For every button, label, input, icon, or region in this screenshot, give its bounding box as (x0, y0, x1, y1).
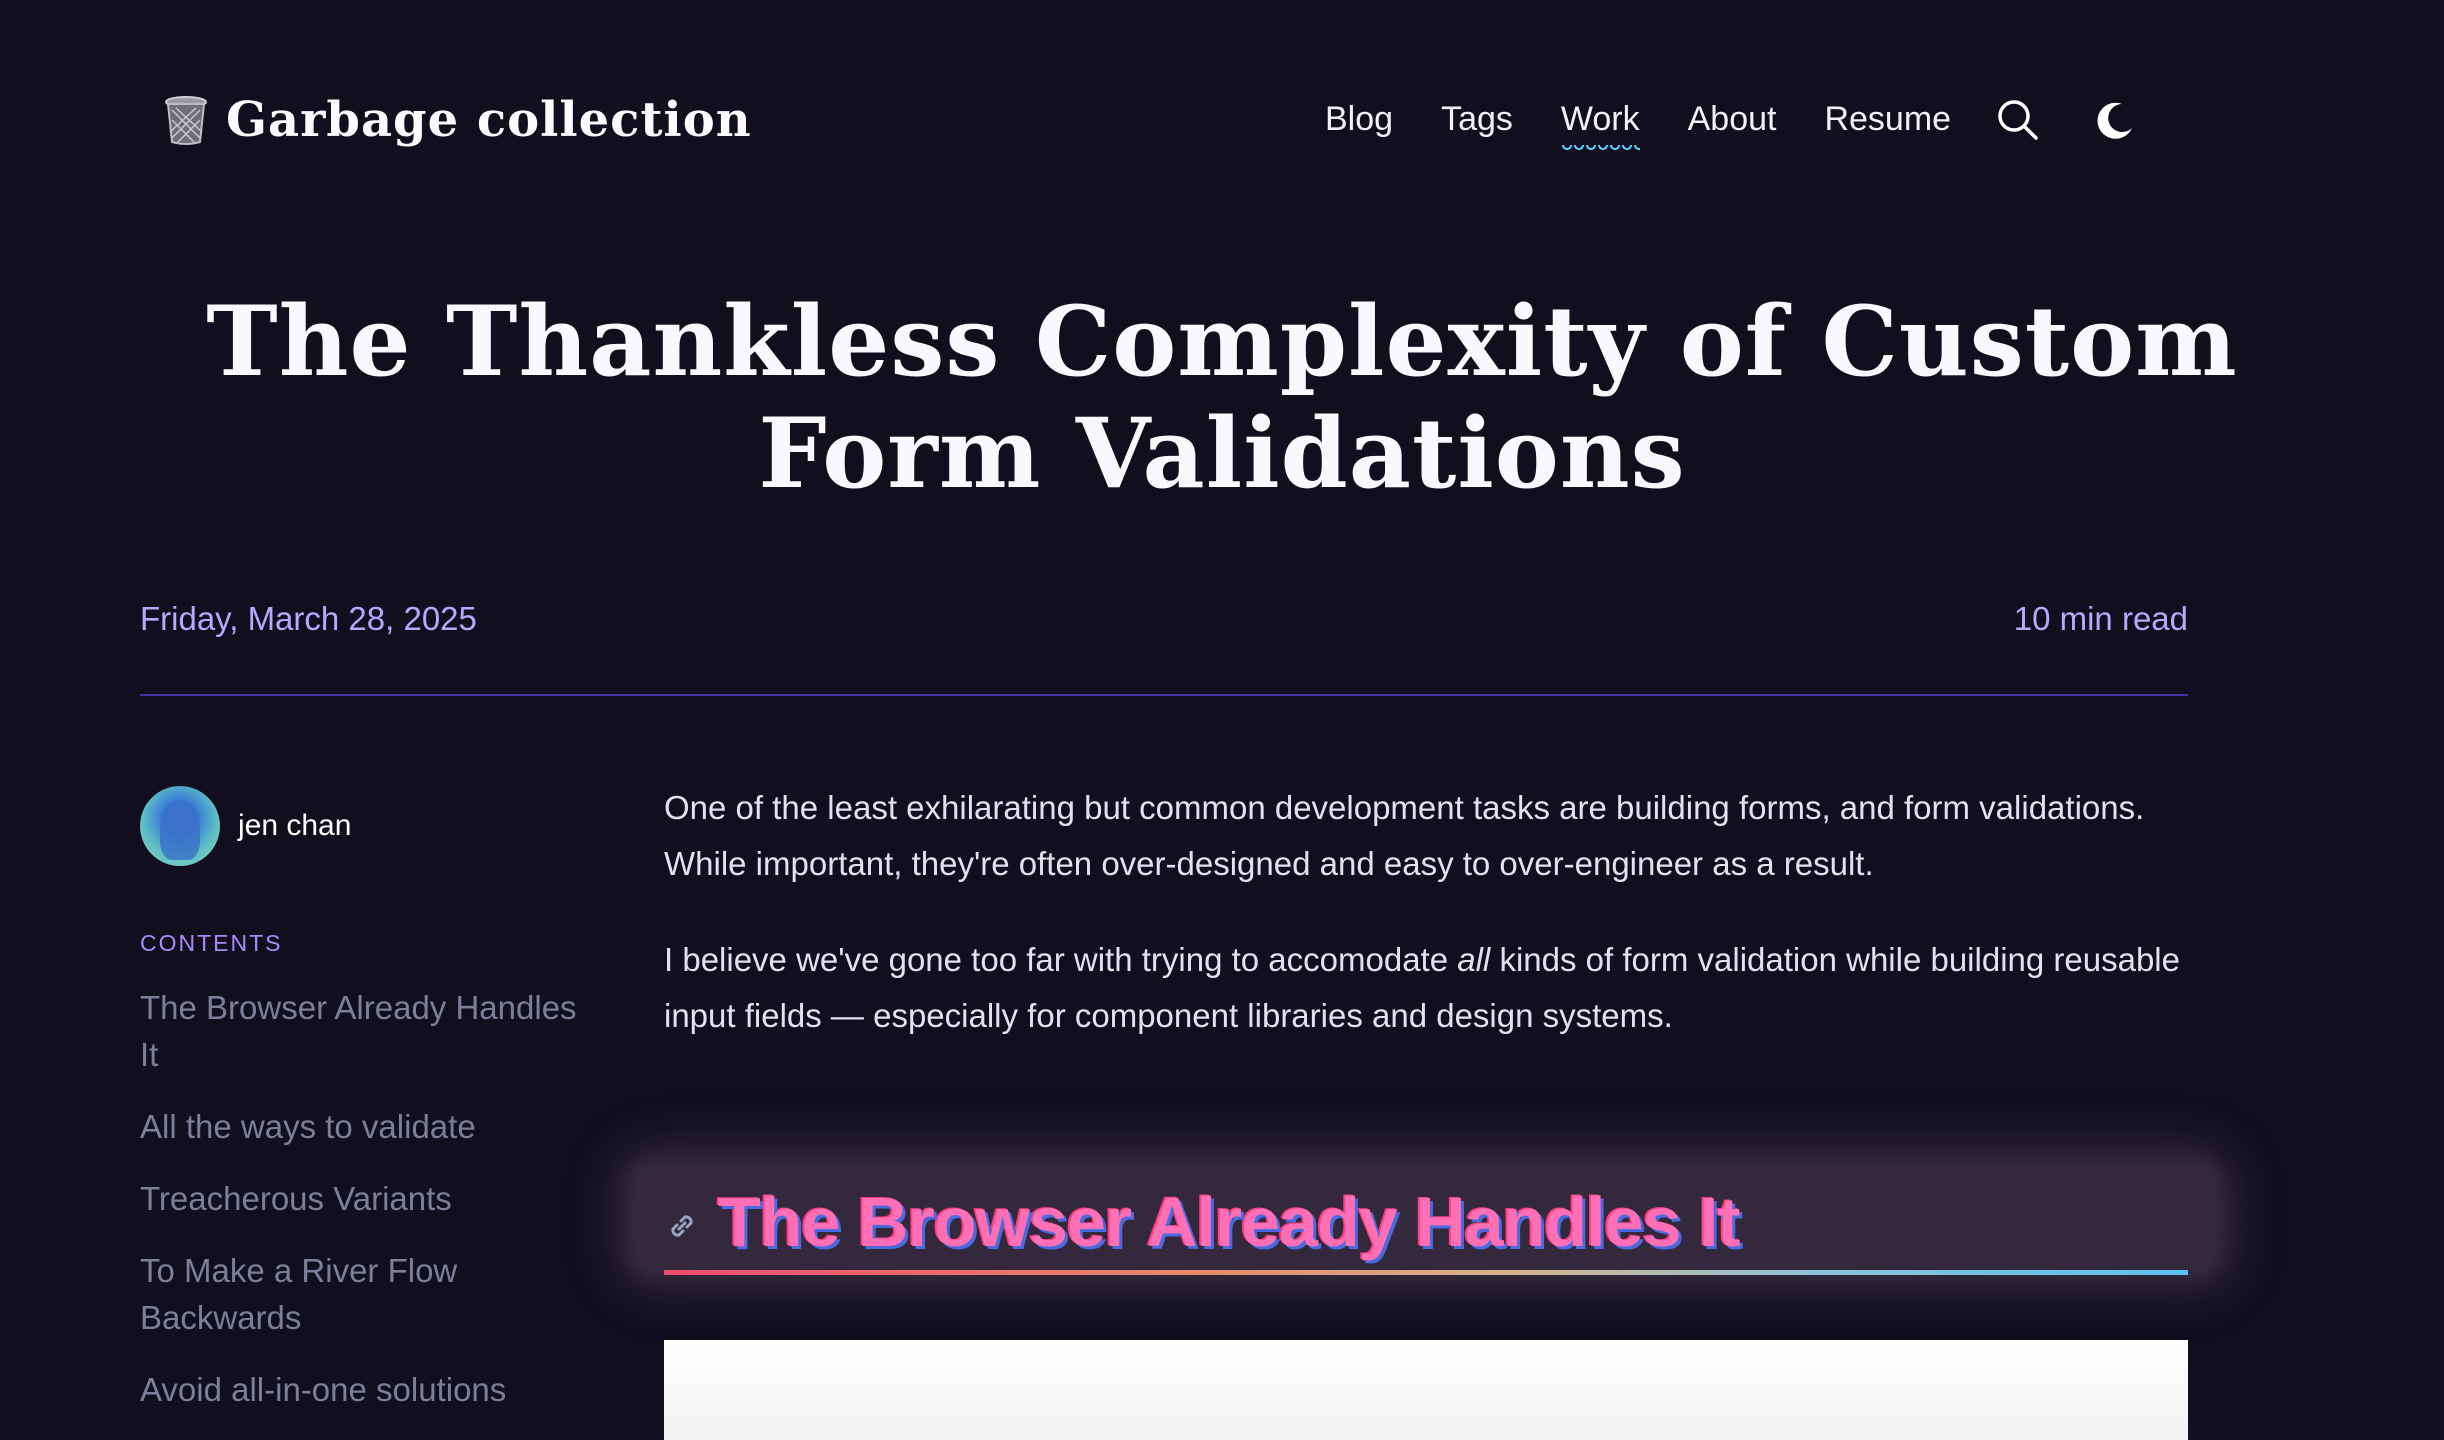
site-logo-link[interactable]: Garbage collection (162, 92, 752, 148)
article-body: One of the least exhilarating but common… (664, 780, 2188, 1084)
emphasis: all (1457, 941, 1491, 978)
link-icon[interactable] (664, 1208, 700, 1244)
toc-heading: CONTENTS (140, 930, 283, 956)
toc-item[interactable]: The Browser Already Handles It (140, 984, 600, 1078)
section-title: The Browser Already Handles It (718, 1183, 1741, 1261)
site-header: Garbage collection Blog Tags Work About … (0, 0, 2444, 220)
section-underline (664, 1270, 2188, 1275)
post-title: The Thankless Complexity of Custom Form … (206, 285, 2238, 510)
search-icon[interactable] (1996, 98, 2040, 142)
nav-work[interactable]: Work (1560, 100, 1640, 153)
toc-item[interactable]: Avoid all-in-one solutions (140, 1366, 600, 1413)
article-image (664, 1340, 2188, 1440)
section-heading: The Browser Already Handles It (664, 1168, 2188, 1276)
table-of-contents: The Browser Already Handles It All the w… (140, 984, 600, 1438)
moon-icon[interactable] (2092, 98, 2136, 142)
nav-tags[interactable]: Tags (1441, 100, 1513, 139)
nav-resume[interactable]: Resume (1824, 100, 1951, 139)
read-time: 10 min read (2013, 600, 2188, 637)
wastebasket-icon (165, 96, 207, 145)
author-name: jen chan (238, 809, 352, 842)
paragraph: One of the least exhilarating but common… (664, 789, 2145, 882)
post-meta: Friday, March 28, 2025 10 min read (140, 600, 2188, 648)
toc-item[interactable]: Treacherous Variants (140, 1175, 600, 1222)
post-date: Friday, March 28, 2025 (140, 600, 477, 637)
main-nav: Blog Tags Work About Resume (1325, 100, 1951, 153)
avatar (140, 786, 220, 866)
divider (140, 694, 2188, 696)
author-block: jen chan (140, 786, 351, 866)
toc-item[interactable]: All the ways to validate (140, 1103, 600, 1150)
nav-blog[interactable]: Blog (1325, 100, 1393, 139)
paragraph: I believe we've gone too far with trying… (664, 932, 2188, 1044)
nav-about[interactable]: About (1688, 100, 1777, 139)
site-title: Garbage collection (226, 92, 752, 148)
toc-item[interactable]: To Make a River Flow Backwards (140, 1247, 600, 1341)
paragraph-text: I believe we've gone too far with trying… (664, 941, 1458, 978)
